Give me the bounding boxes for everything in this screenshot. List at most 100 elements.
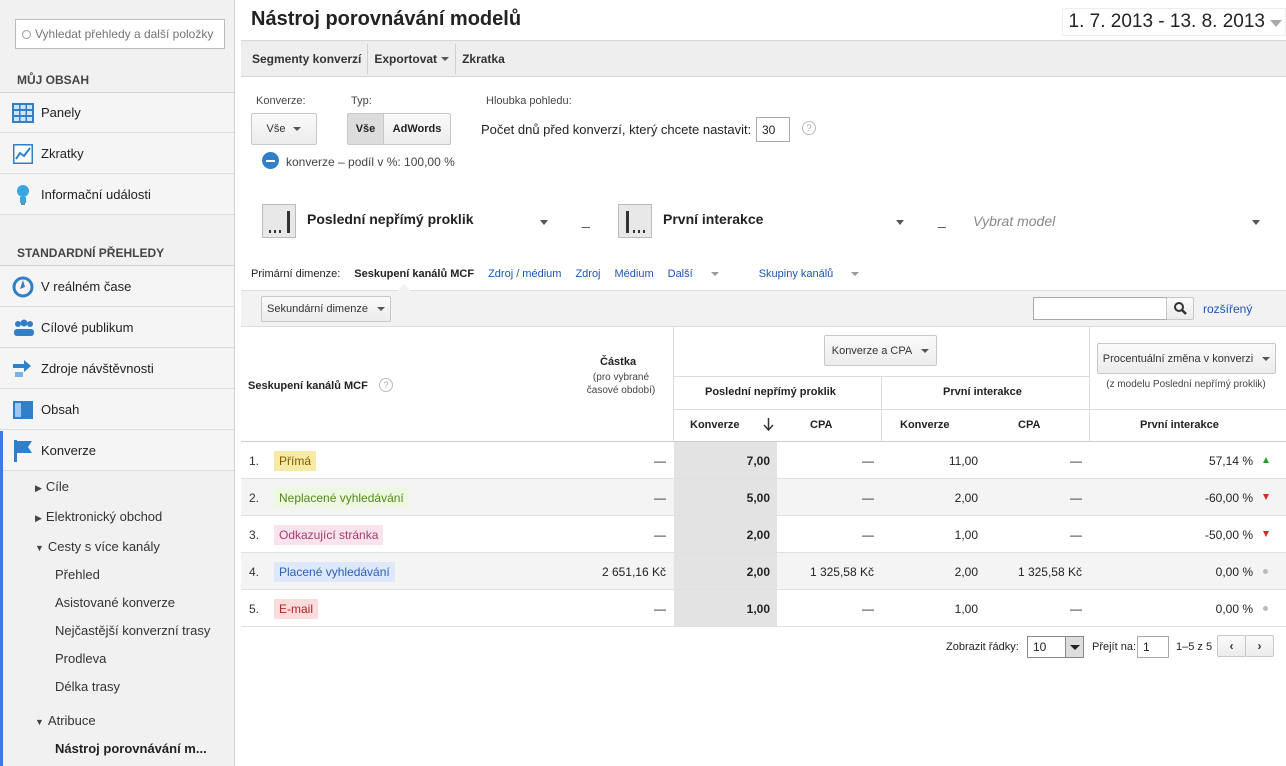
lightbulb-icon — [12, 184, 34, 206]
cell-amount: 2 651,16 Kč — [601, 565, 666, 579]
sort-arrow-down-icon[interactable] — [763, 418, 774, 431]
prev-page-button[interactable]: ‹ — [1217, 635, 1246, 657]
metric-select[interactable]: Konverze a CPA — [824, 335, 937, 366]
shortcut-button[interactable]: Zkratka — [456, 44, 511, 74]
caret-down-icon[interactable] — [540, 220, 548, 225]
change-select-label: Procentuální změna v konverzi — [1102, 352, 1254, 365]
section-standard-reports: STANDARDNÍ PŘEHLEDY — [0, 240, 234, 266]
channel-chip[interactable]: E-mail — [274, 599, 319, 619]
table-search-button[interactable] — [1166, 297, 1194, 320]
conversion-label: Konverze: — [256, 95, 306, 107]
active-dimension-pointer — [397, 284, 411, 291]
dimension-link-source-medium[interactable]: Zdroj / médium — [488, 268, 561, 280]
type-adwords-button[interactable]: AdWords — [383, 113, 451, 145]
col-header-amount: Částka — [600, 356, 637, 368]
help-icon[interactable]: ? — [802, 121, 816, 135]
series-legend-icon — [262, 152, 279, 169]
trend-flat-icon — [1263, 569, 1268, 574]
dimension-link-label: Skupiny kanálů — [758, 268, 834, 280]
cell-conv1: 5,00 — [746, 491, 770, 505]
goto-page-input[interactable]: 1 — [1137, 636, 1169, 658]
date-range-picker[interactable]: 1. 7. 2013 - 13. 8. 2013 — [1061, 8, 1286, 36]
channel-chip[interactable]: Odkazující stránka — [274, 525, 384, 545]
sidebar-sub-time-lag[interactable]: Prodleva — [0, 647, 234, 671]
sidebar-item-intelligence[interactable]: Informační události — [0, 175, 234, 215]
dimension-link-channel-groups[interactable]: Skupiny kanálů — [759, 268, 874, 280]
col-header-conv2[interactable]: Konverze — [900, 419, 950, 431]
col-header-conv1[interactable]: Konverze — [690, 419, 740, 431]
secondary-dimension-select[interactable]: Sekundární dimenze — [261, 296, 391, 322]
channel-chip[interactable]: Neplacené vyhledávání — [274, 488, 409, 508]
sidebar-sub-multichannel[interactable]: ▼ Cesty s více kanály — [0, 535, 234, 559]
sidebar-sub-attribution[interactable]: ▼ Atribuce — [0, 709, 234, 733]
cell-conv1: 1,00 — [746, 602, 770, 616]
sidebar-sub-assisted[interactable]: Asistované konverze — [0, 591, 234, 615]
model-separator: _ — [582, 212, 590, 228]
grid-line — [1089, 327, 1090, 442]
model3-placeholder[interactable]: Vybrat model — [973, 213, 1055, 229]
sidebar-item-conversions[interactable]: Konverze — [0, 431, 234, 471]
table-search-input[interactable] — [1033, 297, 1167, 320]
row-number: 1. — [249, 454, 260, 468]
caret-down-icon[interactable] — [896, 220, 904, 225]
sidebar-item-realtime[interactable]: V reálném čase — [0, 267, 234, 307]
change-select[interactable]: Procentuální změna v konverzi — [1097, 343, 1276, 374]
sidebar-search-input[interactable] — [35, 27, 215, 41]
model2-name[interactable]: První interakce — [663, 211, 763, 227]
sidebar-search[interactable] — [15, 19, 225, 49]
col-header-cpa1[interactable]: CPA — [810, 419, 832, 431]
channel-chip[interactable]: Placené vyhledávání — [274, 562, 395, 582]
cell-cpa2: — — [1070, 602, 1082, 616]
page-title: Nástroj porovnávání modelů — [251, 8, 522, 30]
help-icon[interactable]: ? — [379, 378, 393, 392]
advanced-filter-link[interactable]: rozšířený — [1203, 302, 1252, 316]
type-all-button[interactable]: Vše — [347, 113, 384, 145]
model1-name[interactable]: Poslední nepřímý proklik — [307, 211, 474, 227]
main-content: Nástroj porovnávání modelů 1. 7. 2013 - … — [241, 0, 1286, 766]
channel-chip[interactable]: Přímá — [274, 451, 317, 471]
dimension-link-source[interactable]: Zdroj — [575, 268, 600, 280]
sidebar-sub-top-paths[interactable]: Nejčastější konverzní trasy — [0, 619, 234, 643]
table-row: 2. Neplacené vyhledávání — 5,00 — 2,00 — -60,00… — [241, 479, 1286, 516]
triangle-down-icon: ▼ — [35, 717, 44, 727]
secondary-dimension-bar: Sekundární dimenze rozšířený — [241, 290, 1286, 327]
export-button[interactable]: Exportovat — [368, 43, 457, 74]
sidebar-sub-model-comparison[interactable]: Nástroj porovnávání m... — [0, 737, 234, 761]
cell-cpa2: — — [1070, 454, 1082, 468]
depth-label: Hloubka pohledu: — [486, 95, 572, 107]
next-page-button[interactable]: › — [1245, 635, 1274, 657]
cell-conv2: 2,00 — [954, 491, 978, 505]
dimension-link-other[interactable]: Další — [668, 268, 733, 280]
cell-amount: — — [654, 528, 666, 542]
col-header-cpa2[interactable]: CPA — [1018, 419, 1040, 431]
cell-conv1: 2,00 — [746, 528, 770, 542]
caret-down-icon[interactable] — [1252, 220, 1260, 225]
caret-down-icon — [710, 272, 719, 277]
section-my-content: MŮJ OBSAH — [0, 67, 234, 93]
col-header-model2: První interakce — [943, 386, 1022, 398]
sidebar-item-shortcuts[interactable]: Zkratky — [0, 134, 234, 174]
triangle-right-icon: ▶ — [35, 483, 42, 493]
first-interaction-model-icon — [618, 204, 652, 238]
sidebar-sub-overview[interactable]: Přehled — [0, 563, 234, 587]
sidebar-item-audience[interactable]: Cílové publikum — [0, 308, 234, 348]
cell-amount: — — [654, 454, 666, 468]
days-input[interactable]: 30 — [756, 117, 790, 142]
table-row: 3. Odkazující stránka — 2,00 — 1,00 — -50,00 % — [241, 516, 1286, 553]
table-row: 1. Přímá — 7,00 — 11,00 — 57,14 % — [241, 442, 1286, 479]
conversion-segments-button[interactable]: Segmenty konverzí — [246, 43, 369, 74]
rows-per-page-select[interactable]: 10 — [1027, 636, 1084, 658]
secondary-dimension-label: Sekundární dimenze — [267, 303, 368, 315]
grid-line — [673, 327, 674, 442]
trend-flat-icon — [1263, 606, 1268, 611]
trend-down-icon — [1263, 531, 1269, 537]
sidebar-item-content[interactable]: Obsah — [0, 390, 234, 430]
conversion-select[interactable]: Vše — [251, 113, 317, 145]
sidebar-item-traffic[interactable]: Zdroje návštěvnosti — [0, 349, 234, 389]
sidebar-sub-goals[interactable]: ▶ Cíle — [0, 475, 234, 499]
table-row: 4. Placené vyhledávání 2 651,16 Kč 2,00 1 32… — [241, 553, 1286, 590]
sidebar-item-panels[interactable]: Panely — [0, 93, 234, 133]
sidebar-sub-path-length[interactable]: Délka trasy — [0, 675, 234, 699]
sidebar-sub-ecommerce[interactable]: ▶ Elektronický obchod — [0, 505, 234, 529]
dimension-link-medium[interactable]: Médium — [615, 268, 654, 280]
